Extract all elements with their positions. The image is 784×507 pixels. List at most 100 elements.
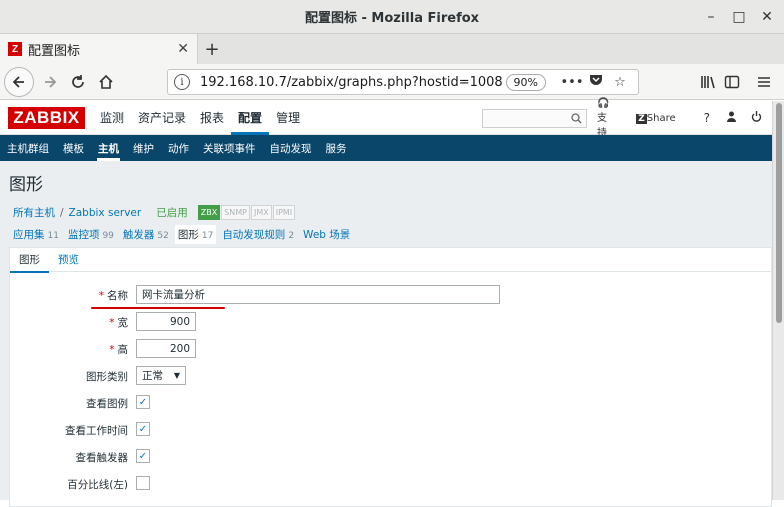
reload-icon[interactable]: [64, 68, 92, 96]
menu-configuration[interactable]: 配置: [231, 101, 270, 135]
host-tab-triggers[interactable]: 触发器 52: [123, 227, 169, 242]
red-underline-annotation: [91, 307, 225, 309]
submenu-hosts[interactable]: 主机: [91, 135, 126, 161]
page-title: 图形: [9, 175, 43, 195]
main-menu: 监测 资产记录 报表 配置 管理: [93, 101, 307, 135]
graph-form-panel: 图形 预览 *名称 *宽 *高 图形类别 正常 ▼ 查看图例 ✓: [9, 247, 772, 507]
breadcrumb-separator: /: [60, 206, 64, 219]
width-input[interactable]: [136, 312, 196, 331]
availability-tag-jmx: JMX: [250, 205, 272, 220]
menu-inventory[interactable]: 资产记录: [131, 101, 193, 135]
breadcrumb-host[interactable]: Zabbix server: [69, 207, 142, 219]
name-input[interactable]: [136, 285, 500, 304]
name-label: * 名称: [98, 290, 128, 302]
menu-icon[interactable]: [750, 68, 778, 96]
home-icon[interactable]: [92, 68, 120, 96]
configuration-submenu: 主机群组 模板 主机 维护 动作 关联项事件 自动发现 服务: [0, 135, 772, 161]
form-tab-graph[interactable]: 图形: [10, 248, 49, 273]
sidebar-icon[interactable]: [718, 68, 746, 96]
form-tabs: 图形 预览: [10, 248, 771, 273]
maximize-icon[interactable]: □: [725, 0, 753, 34]
percentile-left-label: 百分比线(左): [67, 479, 128, 491]
host-tab-items[interactable]: 监控项 99: [68, 227, 114, 242]
availability-tag-snmp: SNMP: [221, 205, 250, 220]
form-tab-preview[interactable]: 预览: [49, 248, 88, 272]
menu-administration[interactable]: 管理: [269, 101, 307, 135]
submenu-discovery[interactable]: 自动发现: [263, 135, 319, 161]
global-search-input[interactable]: [482, 109, 587, 128]
host-tab-graphs[interactable]: 图形 17: [174, 224, 217, 244]
page-scrollbar[interactable]: [772, 101, 784, 500]
submenu-services[interactable]: 服务: [319, 135, 354, 161]
submenu-event-correlation[interactable]: 关联项事件: [196, 135, 263, 161]
form-row-show-legend: 查看图例 ✓: [10, 393, 771, 413]
support-link[interactable]: 🎧支持: [597, 98, 626, 139]
search-icon[interactable]: [571, 113, 582, 124]
sign-out-icon[interactable]: [751, 110, 762, 126]
show-working-time-checkbox[interactable]: ✓: [136, 422, 150, 436]
submenu-templates[interactable]: 模板: [56, 135, 91, 161]
show-triggers-label: 查看触发器: [75, 452, 129, 464]
info-icon[interactable]: i: [174, 74, 190, 90]
form-row-width: * 宽: [10, 312, 771, 332]
show-working-time-label: 查看工作时间: [65, 425, 128, 437]
scrollbar-thumb[interactable]: [776, 103, 782, 323]
height-input[interactable]: [136, 339, 196, 358]
percentile-left-checkbox[interactable]: [136, 476, 150, 490]
form-row-percentile-left: 百分比线(左): [10, 474, 771, 494]
width-label: * 宽: [109, 317, 128, 329]
height-label: * 高: [109, 344, 128, 356]
zoom-level-badge[interactable]: 90%: [505, 73, 546, 91]
host-status-enabled[interactable]: 已启用: [156, 205, 188, 220]
help-icon[interactable]: ?: [704, 111, 710, 125]
page-actions-icon[interactable]: •••: [560, 75, 584, 90]
form-row-show-triggers: 查看触发器 ✓: [10, 447, 771, 467]
host-tab-applications[interactable]: 应用集 11: [13, 227, 59, 242]
graph-type-value: 正常: [142, 370, 163, 382]
show-legend-label: 查看图例: [86, 398, 128, 410]
graph-type-label: 图形类别: [86, 371, 128, 383]
form-row-name: * 名称: [10, 285, 771, 305]
page-content: 图形 所有主机 / Zabbix server 已启用 ZBX SNMP JMX…: [0, 161, 772, 507]
close-window-icon[interactable]: ✕: [753, 0, 781, 34]
form-row-show-working-time: 查看工作时间 ✓: [10, 420, 771, 440]
show-legend-checkbox[interactable]: ✓: [136, 395, 150, 409]
bookmark-star-icon[interactable]: ☆: [608, 75, 632, 90]
breadcrumb: 所有主机 / Zabbix server 已启用 ZBX SNMP JMX IP…: [13, 205, 296, 220]
form-row-graph-type: 图形类别 正常 ▼: [10, 366, 771, 386]
host-navigation-tabs: 应用集 11 监控项 99 触发器 52 图形 17 自动发现规则 2 Web 场景: [13, 224, 359, 244]
host-tab-web-scenarios[interactable]: Web 场景: [303, 227, 350, 242]
browser-tab[interactable]: Z 配置图标 ✕: [0, 34, 198, 64]
forward-icon[interactable]: [36, 68, 64, 96]
show-triggers-checkbox[interactable]: ✓: [136, 449, 150, 463]
share-z-icon: Z: [636, 113, 647, 124]
submenu-actions[interactable]: 动作: [161, 135, 196, 161]
back-icon[interactable]: [4, 66, 34, 97]
pocket-icon[interactable]: [584, 73, 608, 91]
menu-reports[interactable]: 报表: [193, 101, 231, 135]
dropdown-arrow-icon: ▼: [173, 371, 180, 380]
availability-tag-zbx: ZBX: [197, 205, 221, 220]
new-tab-button[interactable]: +: [198, 34, 226, 64]
header-icons: 🎧支持 Z Share ?: [597, 98, 772, 139]
share-link[interactable]: Z Share: [636, 113, 685, 124]
submenu-host-groups[interactable]: 主机群组: [0, 135, 56, 161]
browser-tab-title: 配置图标: [28, 43, 81, 59]
user-profile-icon[interactable]: [726, 111, 737, 125]
close-tab-icon[interactable]: ✕: [177, 41, 189, 57]
menu-monitoring[interactable]: 监测: [93, 101, 131, 135]
url-text[interactable]: 192.168.10.7/zabbix/graphs.php?hostid=10…: [200, 75, 502, 90]
availability-tag-ipmi: IPMI: [272, 205, 296, 220]
zabbix-favicon-icon: Z: [8, 42, 22, 56]
window-title-bar: 配置图标 - Mozilla Firefox – □ ✕: [0, 0, 784, 34]
zabbix-header: ZABBIX 监测 资产记录 报表 配置 管理 🎧支持 Z Share ?: [0, 98, 772, 139]
breadcrumb-all-hosts[interactable]: 所有主机: [13, 205, 55, 220]
minimize-icon[interactable]: –: [697, 0, 725, 34]
headset-icon: 🎧: [597, 97, 610, 109]
zabbix-logo[interactable]: ZABBIX: [8, 106, 85, 129]
address-bar[interactable]: i 192.168.10.7/zabbix/graphs.php?hostid=…: [167, 69, 639, 95]
submenu-maintenance[interactable]: 维护: [126, 135, 161, 161]
graph-type-select[interactable]: 正常 ▼: [136, 366, 186, 385]
host-tab-discovery-rules[interactable]: 自动发现规则 2: [222, 227, 294, 242]
form-row-height: * 高: [10, 339, 771, 359]
